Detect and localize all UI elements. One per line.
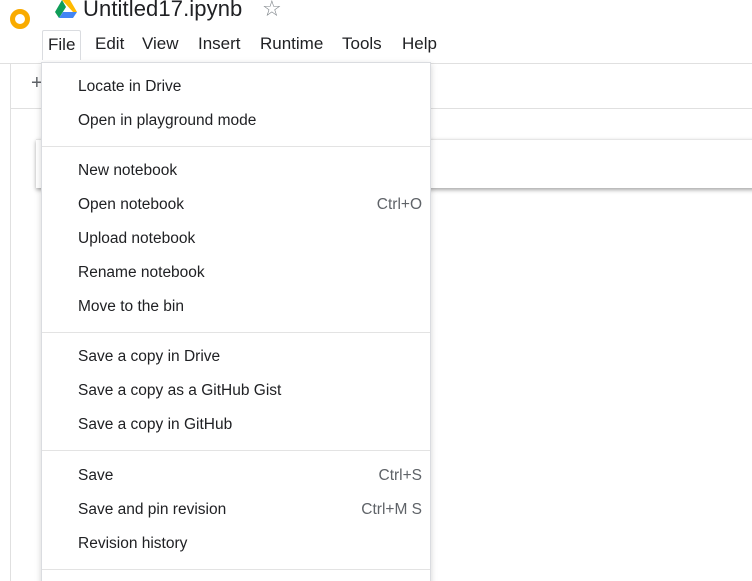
menu-item-locate-in-drive[interactable]: Locate in Drive bbox=[42, 70, 430, 104]
menu-item-upload-notebook[interactable]: Upload notebook bbox=[42, 222, 430, 256]
menu-item-label: Locate in Drive bbox=[78, 78, 182, 95]
menu-item-save[interactable]: Save Ctrl+S bbox=[42, 459, 430, 493]
menu-runtime[interactable]: Runtime bbox=[255, 30, 328, 60]
menu-help[interactable]: Help bbox=[397, 30, 442, 60]
menu-item-shortcut: Ctrl+M S bbox=[361, 501, 422, 518]
menu-item-label: Revision history bbox=[78, 535, 188, 552]
menu-item-revision-history[interactable]: Revision history bbox=[42, 527, 430, 561]
colab-window: Untitled17.ipynb ☆ File Edit View Insert… bbox=[0, 0, 752, 581]
menu-separator bbox=[42, 332, 430, 333]
menu-item-label: Save a copy as a GitHub Gist bbox=[78, 382, 282, 399]
menu-item-label: Move to the bin bbox=[78, 298, 184, 315]
menu-item-save-copy-drive[interactable]: Save a copy in Drive bbox=[42, 340, 430, 374]
menu-item-save-pin-revision[interactable]: Save and pin revision Ctrl+M S bbox=[42, 493, 430, 527]
menu-item-shortcut: Ctrl+O bbox=[376, 196, 422, 213]
menu-separator bbox=[42, 569, 430, 570]
menu-item-shortcut: Ctrl+S bbox=[378, 467, 423, 484]
menu-view[interactable]: View bbox=[137, 30, 184, 60]
menu-item-label: Rename notebook bbox=[78, 264, 205, 281]
menu-file[interactable]: File bbox=[42, 30, 82, 60]
menu-item-label: Open in playground mode bbox=[78, 112, 257, 129]
google-drive-icon[interactable] bbox=[55, 0, 77, 18]
menu-item-save-copy-gist[interactable]: Save a copy as a GitHub Gist bbox=[42, 374, 430, 408]
menu-item-new-notebook[interactable]: New notebook bbox=[42, 154, 430, 188]
menu-item-open-notebook[interactable]: Open notebook Ctrl+O bbox=[42, 188, 430, 222]
left-rail-divider bbox=[10, 64, 11, 581]
menu-item-rename-notebook[interactable]: Rename notebook bbox=[42, 256, 430, 290]
menu-item-label: Upload notebook bbox=[78, 230, 196, 247]
notebook-title[interactable]: Untitled17.ipynb bbox=[83, 0, 242, 22]
menu-insert[interactable]: Insert bbox=[193, 30, 246, 60]
menu-item-label: Save and pin revision bbox=[78, 501, 227, 518]
menu-item-move-to-bin[interactable]: Move to the bin bbox=[42, 290, 430, 324]
menu-item-label: Save bbox=[78, 467, 114, 484]
menu-item-label: Save a copy in GitHub bbox=[78, 416, 233, 433]
colab-logo-icon[interactable] bbox=[0, 4, 30, 34]
menu-item-label: New notebook bbox=[78, 162, 178, 179]
menu-separator bbox=[42, 146, 430, 147]
menu-edit[interactable]: Edit bbox=[90, 30, 129, 60]
menu-separator bbox=[42, 450, 430, 451]
menu-item-save-copy-github[interactable]: Save a copy in GitHub bbox=[42, 408, 430, 442]
menu-item-label: Save a copy in Drive bbox=[78, 348, 221, 365]
menu-item-open-playground[interactable]: Open in playground mode bbox=[42, 104, 430, 138]
menu-item-label: Open notebook bbox=[78, 196, 185, 213]
star-outline-icon[interactable]: ☆ bbox=[262, 0, 282, 22]
menu-tools[interactable]: Tools bbox=[337, 30, 387, 60]
file-menu-dropdown: Locate in Drive Open in playground mode … bbox=[41, 62, 431, 581]
